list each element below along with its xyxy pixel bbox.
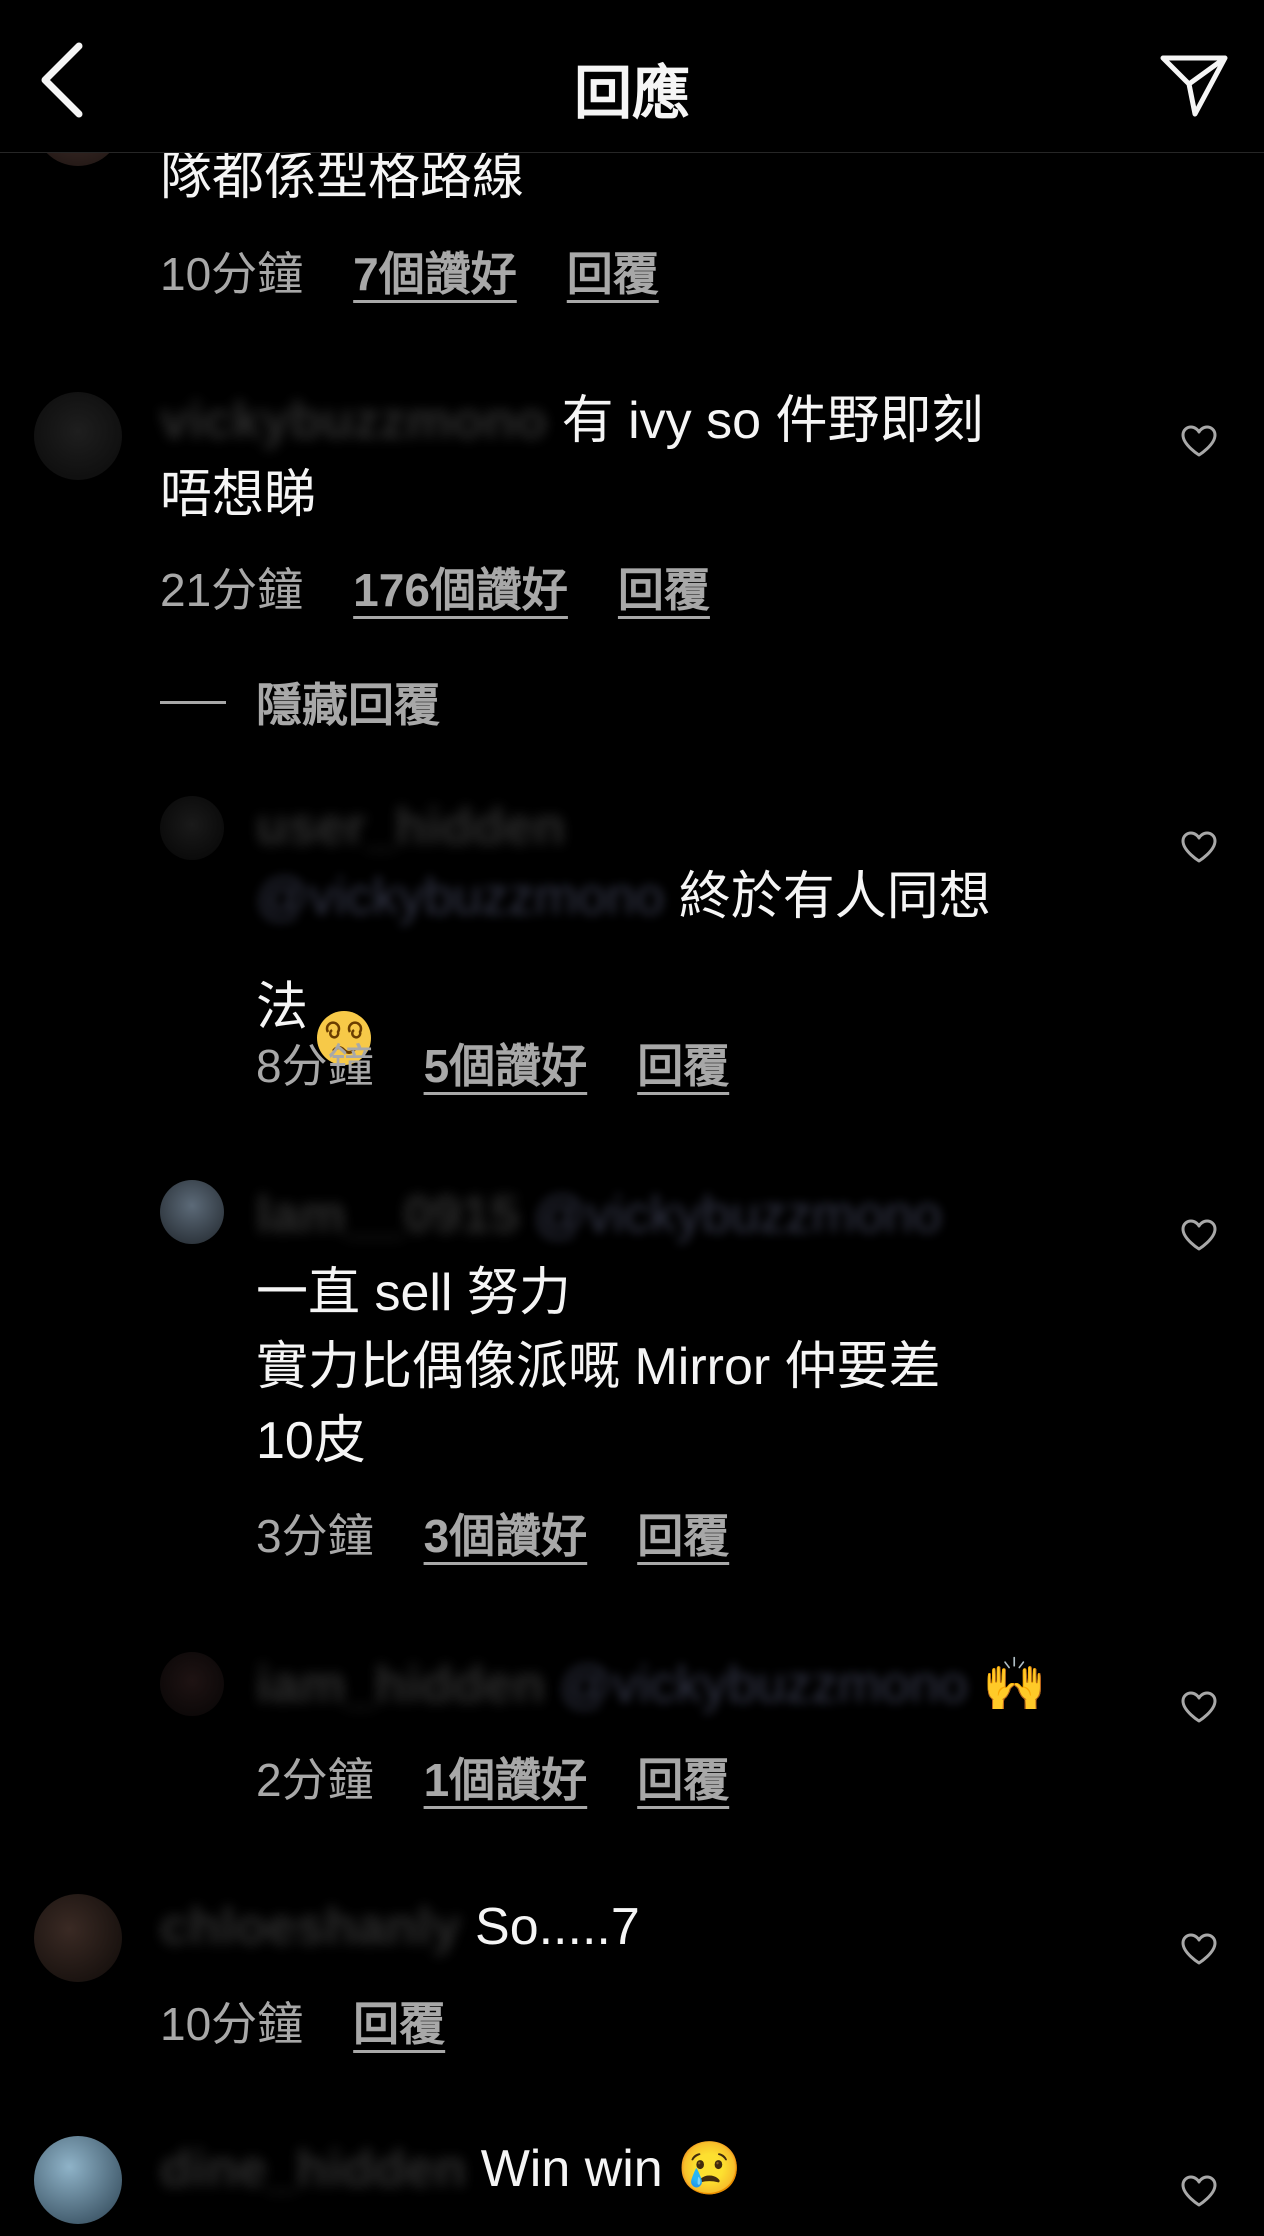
reply-link[interactable]: 回覆 [637, 1500, 729, 1566]
like-button[interactable] [1174, 2166, 1224, 2216]
comment-message: 🙌 [967, 1656, 1047, 1714]
comment-time: 21分鐘 [160, 564, 304, 616]
heart-outline-icon [1181, 1933, 1217, 1965]
comment-meta: 2分鐘 1個讚好 回覆 [256, 1744, 729, 1810]
avatar[interactable] [34, 2136, 122, 2224]
comment-username[interactable]: vickybuzzmono [160, 392, 547, 450]
comment-mention[interactable]: @vickybuzzmono [559, 1656, 967, 1714]
likes-link[interactable]: 176個讚好 [353, 554, 568, 620]
heart-outline-icon [1181, 1691, 1217, 1723]
comment-text: user_hidden [256, 790, 1106, 864]
comment-text: lam__0915 @vickybuzzmono [256, 1178, 1106, 1252]
like-button[interactable] [1174, 416, 1224, 466]
comment-meta: 3分鐘 3個讚好 回覆 [256, 1500, 729, 1566]
paper-plane-icon [1160, 55, 1228, 117]
heart-outline-icon [1181, 2175, 1217, 2207]
reply-link[interactable]: 回覆 [637, 1744, 729, 1810]
likes-link[interactable]: 3個讚好 [424, 1500, 588, 1566]
comment-time: 10分鐘 [160, 248, 304, 300]
heart-outline-icon [1181, 831, 1217, 863]
comment-message: 一直 sell 努力 實力比偶像派嘅 Mirror 仲要差 10皮 [256, 1264, 941, 1470]
comment-time: 8分鐘 [256, 1040, 374, 1092]
like-button[interactable] [1174, 822, 1224, 872]
like-button[interactable] [1174, 1924, 1224, 1974]
comment-username[interactable]: chloeshanly [160, 1898, 461, 1956]
avatar[interactable] [160, 796, 224, 860]
avatar[interactable] [34, 392, 122, 480]
comment-text: iam_hidden @vickybuzzmono 🙌 [256, 1648, 1106, 1722]
likes-link[interactable]: 7個讚好 [353, 238, 517, 304]
comment-username[interactable]: iam_hidden [256, 1656, 545, 1714]
comment-meta: 10分鐘 7個讚好 回覆 [160, 238, 659, 304]
comment-time: 10分鐘 [160, 1998, 304, 2050]
like-button[interactable] [1174, 1210, 1224, 1260]
avatar[interactable] [160, 1652, 224, 1716]
comment-text: vickybuzzmono 有 ivy so 件野即刻 唔想睇 [160, 384, 1110, 532]
comment-mention[interactable]: @vickybuzzmono [256, 868, 664, 926]
comment-username[interactable]: dine_hidden [160, 2140, 466, 2198]
likes-link[interactable]: 5個讚好 [424, 1030, 588, 1096]
heart-outline-icon [1181, 425, 1217, 457]
share-button[interactable] [1154, 46, 1234, 126]
comment-username[interactable]: lam__0915 [256, 1186, 519, 1244]
comment-username[interactable]: user_hidden [256, 798, 565, 856]
like-button[interactable] [1174, 1682, 1224, 1732]
reply-link[interactable]: 回覆 [353, 1988, 445, 2054]
reply-link[interactable]: 回覆 [637, 1030, 729, 1096]
page-title: 回應 [573, 61, 690, 126]
avatar[interactable] [34, 1894, 122, 1982]
comment-meta: 8分鐘 5個讚好 回覆 [256, 1030, 729, 1096]
divider [160, 700, 226, 704]
comment-text: dine_hidden Win win 😢 [160, 2132, 1110, 2206]
hide-replies-label: 隱藏回覆 [256, 679, 440, 731]
bottom-edge [0, 2232, 1264, 2236]
likes-link[interactable]: 1個讚好 [424, 1744, 588, 1810]
comment-meta: 21分鐘 176個讚好 回覆 [160, 554, 710, 620]
comment-time: 2分鐘 [256, 1754, 374, 1806]
comment-time: 3分鐘 [256, 1510, 374, 1562]
reply-link[interactable]: 回覆 [567, 238, 659, 304]
comment-text: chloeshanly So.....7 [160, 1890, 1110, 1964]
comment-message: So.....7 [460, 1898, 640, 1956]
comment-message: Win win 😢 [466, 2140, 742, 2198]
header-bar: 回應 [0, 0, 1264, 153]
heart-outline-icon [1181, 1219, 1217, 1251]
comment-mention[interactable]: @vickybuzzmono [534, 1186, 942, 1244]
comment-meta: 10分鐘 回覆 [160, 1988, 445, 2054]
reply-link[interactable]: 回覆 [618, 554, 710, 620]
hide-replies-toggle[interactable]: 隱藏回覆 [160, 672, 440, 732]
avatar[interactable] [160, 1180, 224, 1244]
